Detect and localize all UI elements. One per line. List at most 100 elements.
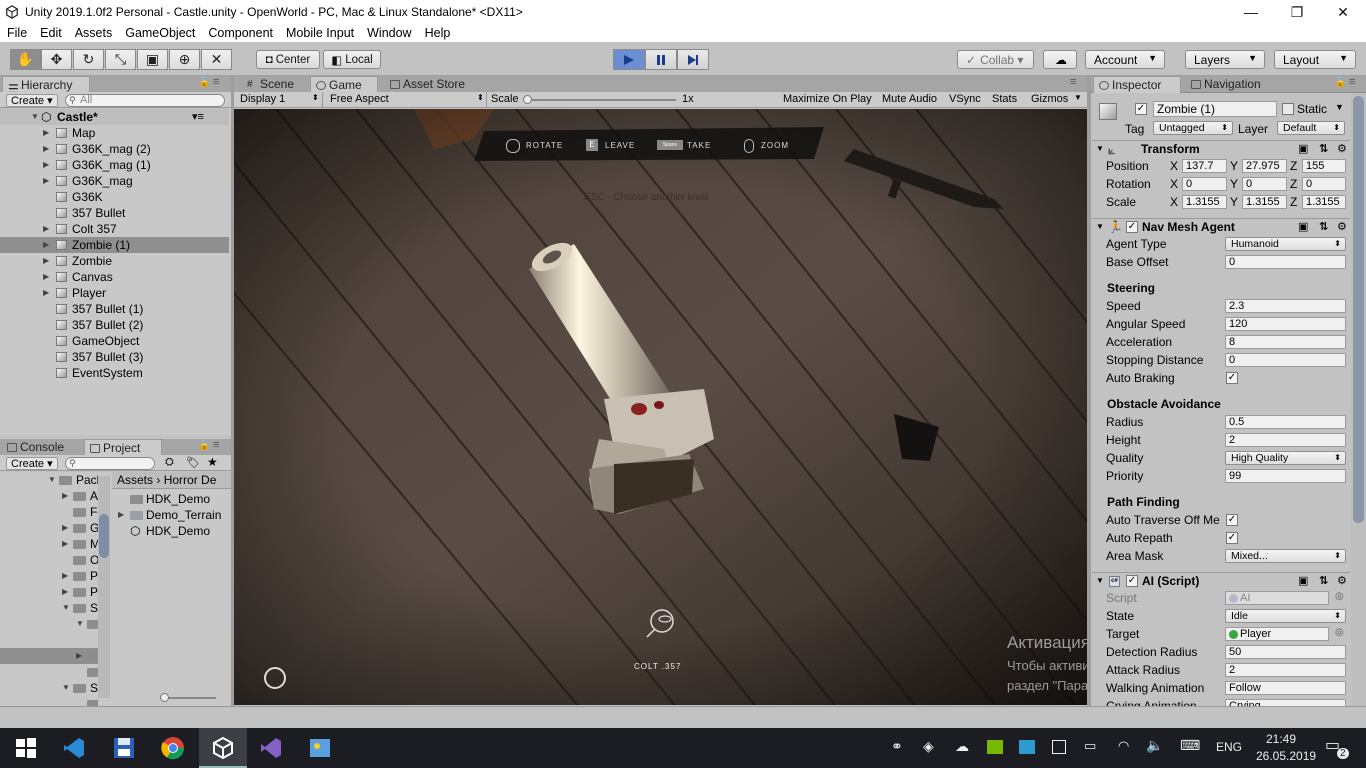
transform-scale-x-field[interactable]: 1.3155	[1182, 195, 1227, 209]
speed-field[interactable]: 2.3	[1225, 299, 1346, 313]
base-offset-field[interactable]: 0	[1225, 255, 1346, 269]
expand-arrow-icon[interactable]: ▶	[43, 237, 49, 253]
hierarchy-item[interactable]: ▶ G36K_mag (1)	[0, 157, 229, 173]
hierarchy-item[interactable]: ▶ G36K_mag (2)	[0, 141, 229, 157]
project-folder-item[interactable]: Font	[0, 504, 98, 520]
hierarchy-create-button[interactable]: Create ▾	[6, 94, 58, 107]
project-search-input[interactable]: ⚲	[65, 457, 155, 470]
tab-console[interactable]: Console	[2, 439, 76, 456]
project-folder-item[interactable]: ▶ Pref	[0, 584, 98, 600]
transform-position-y-field[interactable]: 27.975	[1242, 159, 1287, 173]
cloud-button[interactable]: ☁	[1043, 50, 1077, 69]
hand-tool-icon[interactable]: ✋	[10, 49, 41, 70]
menu-icon[interactable]: ≡	[213, 439, 219, 451]
expand-arrow-icon[interactable]: ▶	[43, 157, 49, 173]
tab-navigation[interactable]: Navigation	[1186, 76, 1286, 93]
rotate-tool-icon[interactable]: ↻	[73, 49, 104, 70]
tab-scene[interactable]: # Scene	[242, 76, 308, 93]
play-button[interactable]	[613, 49, 645, 70]
cloud-tray-icon[interactable]: ☁	[955, 738, 969, 755]
project-folder-item[interactable]	[0, 632, 98, 648]
agent-type-dropdown[interactable]: Humanoid ⬍	[1225, 237, 1346, 251]
hierarchy-search-input[interactable]: ⚲ All	[65, 94, 225, 107]
tab-game[interactable]: Game	[310, 76, 378, 93]
preset-icon[interactable]: ⇅	[1319, 141, 1328, 157]
menu-gameobject[interactable]: GameObject	[118, 26, 201, 40]
tree-scrollbar[interactable]	[98, 476, 110, 698]
mute-audio-toggle[interactable]: Mute Audio	[882, 93, 937, 105]
expand-arrow-icon[interactable]: ▼	[62, 680, 70, 696]
scene-menu-icon[interactable]: ▾≡	[192, 109, 204, 125]
layers-dropdown[interactable]: Layers ▼	[1185, 50, 1265, 69]
clock-date[interactable]: 26.05.2019	[1256, 749, 1316, 763]
expand-arrow-icon[interactable]: ▶	[62, 584, 68, 600]
tag-dropdown[interactable]: Untagged ⬍	[1153, 121, 1233, 135]
gear-icon[interactable]: ⚙	[1337, 573, 1347, 589]
transform-position-x-field[interactable]: 137.7	[1182, 159, 1227, 173]
menu-icon[interactable]: ≡	[213, 76, 219, 88]
expand-arrow-icon[interactable]: ▶	[43, 221, 49, 237]
menu-component[interactable]: Component	[201, 26, 279, 40]
clock-time[interactable]: 21:49	[1266, 732, 1296, 746]
lock-icon[interactable]: 🔒	[198, 440, 210, 451]
step-button[interactable]	[677, 49, 709, 70]
rect-tool-icon[interactable]: ▣	[137, 49, 168, 70]
stopping-distance-field[interactable]: 0	[1225, 353, 1346, 367]
display-tray-icon[interactable]	[1019, 740, 1035, 754]
expand-arrow-icon[interactable]: ▶	[62, 568, 68, 584]
ai-script-header[interactable]: ▼ c# ✓ AI (Script) ▣ ⇅ ⚙	[1092, 572, 1350, 589]
expand-arrow-icon[interactable]: ▶	[43, 269, 49, 285]
tab-hierarchy[interactable]: ☰ Hierarchy	[2, 76, 90, 96]
static-checkbox[interactable]	[1282, 103, 1294, 115]
transform-rotation-y-field[interactable]: 0	[1242, 177, 1287, 191]
help-icon[interactable]: ▣	[1298, 219, 1308, 235]
hierarchy-item[interactable]: ▶ G36K_mag	[0, 173, 229, 189]
expand-arrow-icon[interactable]: ▼	[48, 472, 56, 488]
transform-tool-icon[interactable]: ⊕	[169, 49, 200, 70]
account-dropdown[interactable]: Account ▼	[1085, 50, 1165, 69]
hierarchy-item[interactable]: ▶ Zombie	[0, 253, 229, 269]
menu-edit[interactable]: Edit	[33, 26, 68, 40]
target-object-field[interactable]: Player	[1225, 627, 1329, 641]
move-tool-icon[interactable]: ✥	[41, 49, 72, 70]
vsync-toggle[interactable]: VSync	[949, 93, 981, 105]
menu-icon[interactable]: ≡	[1349, 76, 1355, 88]
preset-icon[interactable]: ⇅	[1319, 219, 1328, 235]
help-icon[interactable]: ▣	[1298, 573, 1308, 589]
scale-slider[interactable]	[526, 99, 676, 101]
tab-inspector[interactable]: Inspector	[1093, 76, 1181, 93]
project-asset-item[interactable]: ▶ Demo_Terrain	[112, 507, 231, 523]
project-create-button[interactable]: Create ▾	[6, 457, 58, 470]
hierarchy-item[interactable]: ▶ Zombie (1)	[0, 237, 229, 253]
hierarchy-item[interactable]: ▶ Player	[0, 285, 229, 301]
hierarchy-item[interactable]: 357 Bullet (2)	[0, 317, 229, 333]
display-dropdown[interactable]: Display 1 ⬍	[240, 93, 320, 105]
auto-braking-checkbox[interactable]: ✓	[1226, 372, 1238, 384]
menu-window[interactable]: Window	[360, 26, 417, 40]
visual-studio-icon[interactable]	[259, 736, 283, 760]
filter-type-icon[interactable]: ⛭	[165, 456, 174, 469]
project-folder-item[interactable]: ▶ GUI	[0, 520, 98, 536]
lock-icon[interactable]: 🔒	[198, 77, 210, 88]
hierarchy-item[interactable]: ▶ Canvas	[0, 269, 229, 285]
project-asset-item[interactable]: HDK_Demo	[112, 491, 231, 507]
detection-radius-field[interactable]: 50	[1225, 645, 1346, 659]
active-checkbox[interactable]: ✓	[1135, 103, 1147, 115]
expand-arrow-icon[interactable]: ▶	[43, 253, 49, 269]
maximize-button[interactable]: ❐	[1274, 0, 1320, 24]
transform-position-z-field[interactable]: 155	[1302, 159, 1346, 173]
project-folder-item[interactable]: ▼ Sce	[0, 600, 98, 616]
project-folder-item[interactable]: ▶ Anin	[0, 488, 98, 504]
windows-start-icon[interactable]	[14, 736, 38, 760]
script-object-field[interactable]: AI	[1225, 591, 1329, 605]
project-folder-item[interactable]: M	[0, 664, 98, 680]
gizmos-dropdown[interactable]: Gizmos	[1031, 93, 1068, 105]
pivot-local-button[interactable]: ◧ Local	[323, 50, 381, 69]
hierarchy-item[interactable]: GameObject	[0, 333, 229, 349]
keyboard-icon[interactable]: ⌨	[1180, 737, 1200, 754]
hierarchy-item[interactable]: EventSystem	[0, 365, 229, 381]
preset-icon[interactable]: ⇅	[1319, 573, 1328, 589]
expand-arrow-icon[interactable]: ▼	[1096, 141, 1104, 157]
hierarchy-item[interactable]: 357 Bullet (3)	[0, 349, 229, 365]
transform-header[interactable]: ▼ ⟀ Transform ▣ ⇅ ⚙	[1092, 140, 1350, 157]
